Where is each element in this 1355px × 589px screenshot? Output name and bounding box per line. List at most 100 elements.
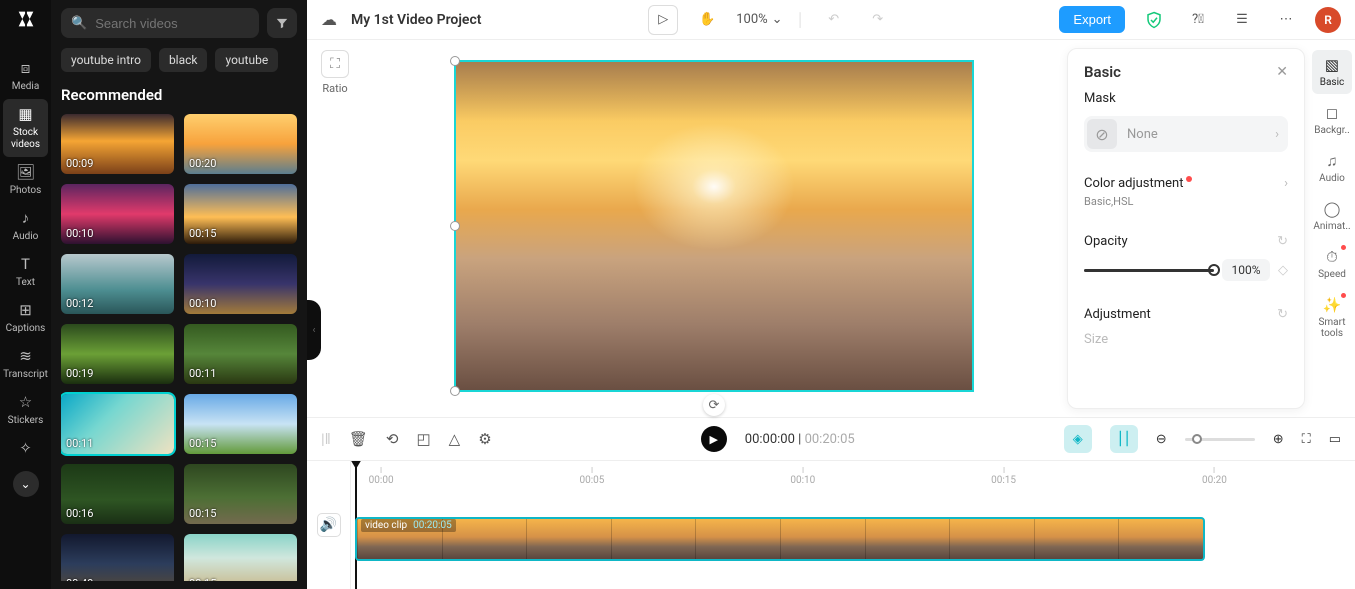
video-thumbnail[interactable]: 00:11 xyxy=(61,394,174,454)
video-thumbnail[interactable]: 00:15 xyxy=(184,534,297,581)
video-thumbnail[interactable]: 00:09 xyxy=(61,114,174,174)
hand-tool-button[interactable]: ✋ xyxy=(692,5,722,35)
more-button[interactable]: ⋯ xyxy=(1271,5,1301,35)
video-thumbnail[interactable]: 00:15 xyxy=(184,464,297,524)
thumbnail-duration: 00:12 xyxy=(66,297,93,310)
redo-button[interactable]: ↷ xyxy=(863,5,893,35)
search-box[interactable]: 🔍 xyxy=(61,8,259,38)
time-display: 00:00:00 | 00:20:05 xyxy=(745,432,855,447)
video-thumbnail[interactable]: 00:12 xyxy=(61,254,174,314)
color-adjustment-label: Color adjustment xyxy=(1084,176,1183,191)
mask-section-label: Mask xyxy=(1084,91,1288,106)
mask-none-icon: ⊘ xyxy=(1087,119,1117,149)
video-thumbnail[interactable]: 00:19 xyxy=(61,324,174,384)
settings-button[interactable]: ☰ xyxy=(1227,5,1257,35)
rail-item-captions[interactable]: ⊞Captions xyxy=(0,295,51,341)
rail-item-media[interactable]: ⧈Media xyxy=(0,53,51,99)
video-thumbnail[interactable]: 00:16 xyxy=(61,464,174,524)
video-thumbnail[interactable]: 00:10 xyxy=(184,254,297,314)
tag-chip[interactable]: youtube intro xyxy=(61,48,151,72)
undo-button[interactable]: ↶ xyxy=(819,5,849,35)
mask-selector[interactable]: ⊘ None › xyxy=(1084,116,1288,152)
user-avatar[interactable]: R xyxy=(1315,7,1341,33)
export-button[interactable]: Export xyxy=(1059,6,1125,33)
zoom-slider-knob[interactable] xyxy=(1192,434,1202,444)
color-adjustment-row[interactable]: Color adjustment › xyxy=(1084,176,1288,191)
canvas-zoom-value: 100% xyxy=(736,12,767,27)
slider-track[interactable] xyxy=(1084,269,1214,272)
resize-handle-tl[interactable] xyxy=(450,56,460,66)
inspector-close-button[interactable]: ✕ xyxy=(1276,64,1288,80)
video-thumbnail[interactable]: 00:15 xyxy=(184,184,297,244)
search-input[interactable] xyxy=(95,16,249,31)
video-thumbnail[interactable]: 00:49 xyxy=(61,534,174,581)
verification-icon[interactable] xyxy=(1139,5,1169,35)
clip-name: video clip xyxy=(365,520,407,531)
delete-button[interactable]: 🗑 xyxy=(349,430,368,448)
zoom-in-button[interactable]: ⊕ xyxy=(1273,432,1284,447)
adjust-button[interactable]: ⚙ xyxy=(478,430,491,448)
rail-item-icon: ☆ xyxy=(19,393,32,411)
timeline: 🔊 00:0000:0500:1000:1500:20 video clip 0… xyxy=(307,461,1355,589)
timeline-body[interactable]: 00:0000:0500:1000:1500:20 video clip 00:… xyxy=(351,461,1355,589)
project-title[interactable]: My 1st Video Project xyxy=(351,12,481,28)
right-rail-icon: ◯ xyxy=(1324,200,1341,218)
expand-button[interactable]: ▭ xyxy=(1329,432,1341,447)
canvas-selection-frame[interactable]: ⟳ xyxy=(454,60,974,392)
resize-handle-ml[interactable] xyxy=(450,221,460,231)
right-rail-animat-[interactable]: ◯Animat.. xyxy=(1312,194,1352,238)
right-rail-basic[interactable]: ▧Basic xyxy=(1312,50,1352,94)
video-clip[interactable]: video clip 00:20:05 xyxy=(355,517,1205,561)
right-rail-smart-tools[interactable]: ✨Smart tools xyxy=(1312,290,1352,345)
video-thumbnail[interactable]: 00:10 xyxy=(61,184,174,244)
reverse-button[interactable]: ⟲ xyxy=(386,430,399,448)
zoom-out-button[interactable]: ⊖ xyxy=(1156,432,1167,447)
magnetic-button[interactable]: ⎮⎮ xyxy=(1110,425,1138,453)
ratio-button[interactable]: ⛶ Ratio xyxy=(317,50,353,95)
rail-item-label: Captions xyxy=(6,323,46,335)
tag-chip[interactable]: youtube xyxy=(215,48,278,72)
snap-button[interactable]: ◈ xyxy=(1064,425,1092,453)
rail-item-icon: ♪ xyxy=(22,209,30,227)
rail-item-photos[interactable]: 🖼Photos xyxy=(0,157,51,203)
pointer-tool-button[interactable]: ▷ xyxy=(648,5,678,35)
rail-item-label: Transcript xyxy=(3,369,48,381)
rail-item-audio[interactable]: ♪Audio xyxy=(0,203,51,249)
adjustment-reset-icon[interactable]: ↻ xyxy=(1277,307,1288,322)
tag-chip[interactable]: black xyxy=(159,48,208,72)
play-button[interactable]: ▶ xyxy=(701,426,727,452)
slider-knob[interactable] xyxy=(1208,264,1220,276)
right-rail-audio[interactable]: ♫Audio xyxy=(1312,146,1352,190)
left-nav-rail: ⧈Media▦Stock videos🖼Photos♪AudioTText⊞Ca… xyxy=(0,0,51,589)
video-thumbnail[interactable]: 00:20 xyxy=(184,114,297,174)
video-thumbnail[interactable]: 00:15 xyxy=(184,394,297,454)
rail-item-[interactable]: ✧ xyxy=(0,433,51,463)
rail-item-transcript[interactable]: ≋Transcript xyxy=(0,341,51,387)
right-rail-backgr-[interactable]: ◻Backgr.. xyxy=(1312,98,1352,142)
canvas-stage[interactable]: ⟳ xyxy=(363,40,1065,417)
rail-item-stock-videos[interactable]: ▦Stock videos xyxy=(3,99,48,157)
track-mute-button[interactable]: 🔊 xyxy=(317,513,341,537)
crop-button[interactable]: ◰ xyxy=(416,430,430,448)
rail-item-stickers[interactable]: ☆Stickers xyxy=(0,387,51,433)
rail-expand-button[interactable]: ⌄ xyxy=(13,471,39,497)
right-rail-speed[interactable]: ⏱Speed xyxy=(1312,242,1352,286)
cloud-save-icon[interactable]: ☁ xyxy=(321,10,337,29)
canvas-zoom-select[interactable]: 100%⌄ xyxy=(736,12,782,27)
opacity-reset-icon[interactable]: ↻ xyxy=(1277,234,1288,249)
opacity-slider[interactable]: 100% ◇ xyxy=(1084,259,1288,281)
resize-handle-bl[interactable] xyxy=(450,386,460,396)
timeline-zoom-slider[interactable] xyxy=(1185,438,1255,441)
keyframe-icon[interactable]: ◇ xyxy=(1278,263,1288,278)
video-thumbnail[interactable]: 00:11 xyxy=(184,324,297,384)
opacity-value[interactable]: 100% xyxy=(1222,259,1270,281)
mirror-button[interactable]: △ xyxy=(449,430,461,448)
fit-button[interactable]: ⛶ xyxy=(1302,432,1311,447)
thumbnail-duration: 00:10 xyxy=(66,227,93,240)
video-thumbnail-grid: 00:0900:2000:1000:1500:1200:1000:1900:11… xyxy=(61,114,297,581)
help-button[interactable]: ?⃝ xyxy=(1183,5,1213,35)
filter-button[interactable] xyxy=(267,8,297,38)
split-tool-icon[interactable]: |‖ xyxy=(321,430,331,448)
rotate-handle[interactable]: ⟳ xyxy=(703,394,725,416)
rail-item-text[interactable]: TText xyxy=(0,249,51,295)
